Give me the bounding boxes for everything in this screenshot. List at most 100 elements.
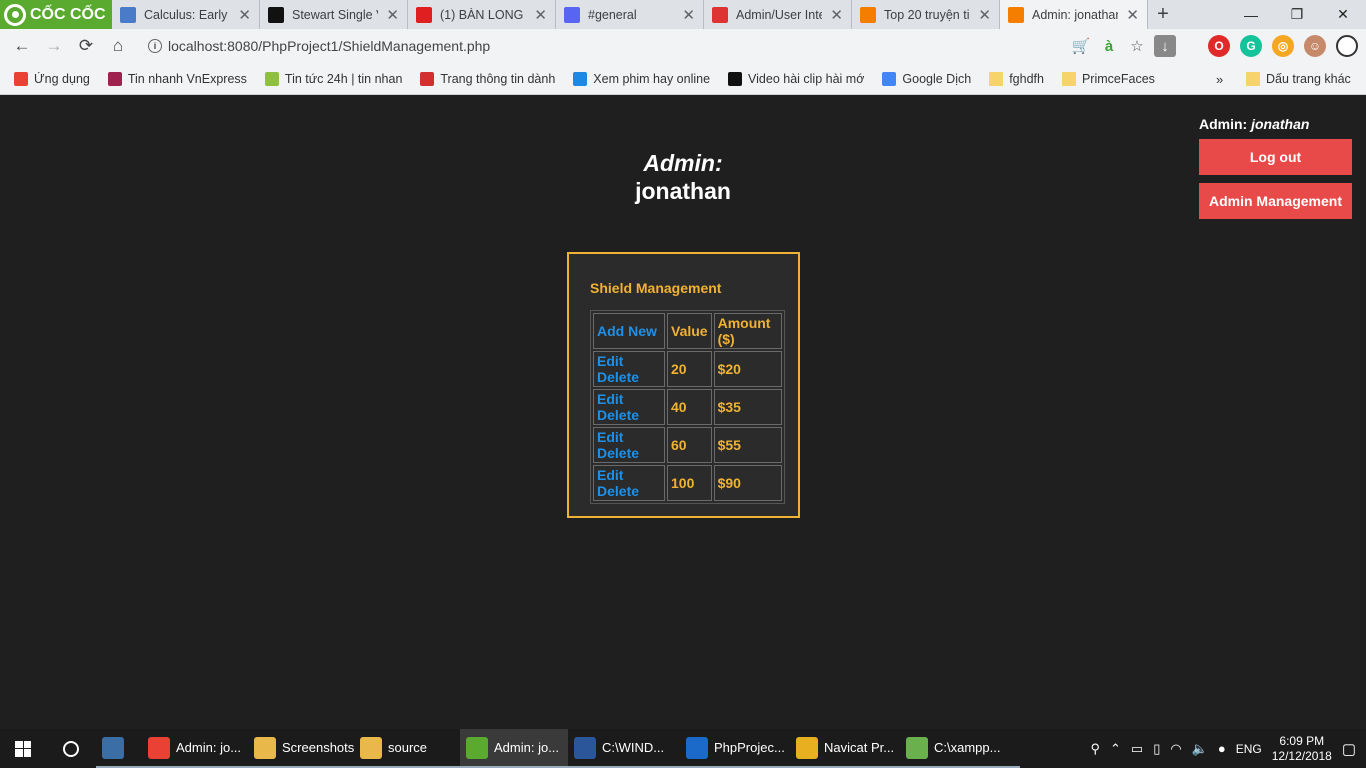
keyboard-icon[interactable]: ▭ <box>1131 741 1143 757</box>
browser-tab[interactable]: Admin: jonathan ✕ <box>1000 0 1148 29</box>
bookmark-item[interactable]: Trang thông tin dành <box>420 71 555 86</box>
wifi-icon[interactable]: ◠ <box>1170 741 1181 757</box>
edit-link[interactable]: Edit <box>597 353 661 369</box>
gk-icon <box>420 71 435 86</box>
shopping-cart-icon[interactable]: 🛒 <box>1070 35 1092 57</box>
close-tab-icon[interactable]: ✕ <box>534 6 547 24</box>
reload-button[interactable]: ⟳ <box>70 30 102 62</box>
home-button[interactable]: ⌂ <box>102 30 134 62</box>
taskbar-app-label: Screenshots <box>282 740 354 755</box>
bookmark-label: Google Dịch <box>902 71 972 86</box>
delete-link[interactable]: Delete <box>597 483 661 499</box>
value-cell: 40 <box>667 389 712 425</box>
amount-cell: $90 <box>713 465 782 501</box>
google-translate-icon <box>882 71 897 86</box>
other-bookmarks[interactable]: Dấu trang khác <box>1246 63 1351 95</box>
current-user: Admin: jonathan <box>1199 116 1352 132</box>
browser-tab[interactable]: Admin/User Inte ✕ <box>704 0 852 29</box>
opera-extension-icon[interactable]: O <box>1208 35 1230 57</box>
system-tray: ⚲ ⌃ ▭ ▯ ◠ 🔈 ● ENG 6:09 PM 12/12/2018 ▢ <box>1090 729 1366 768</box>
back-button[interactable]: ← <box>6 30 38 62</box>
browser-tab[interactable]: (1) BÀN LONG - T ✕ <box>408 0 556 29</box>
bookmark-item[interactable]: Tin tức 24h | tin nhan <box>264 71 402 86</box>
close-window-button[interactable]: ✕ <box>1320 0 1366 29</box>
folder-icon <box>254 736 276 759</box>
address-bar[interactable]: i localhost:8080/PhpProject1/ShieldManag… <box>138 33 1180 59</box>
cmd-icon <box>574 736 596 759</box>
new-tab-button[interactable]: + <box>1148 0 1178 29</box>
delete-link[interactable]: Delete <box>597 407 661 423</box>
volume-muted-icon[interactable]: 🔈 <box>1192 741 1208 757</box>
taskbar-app[interactable]: PhpProjec... <box>680 729 790 768</box>
typing-icon[interactable]: à <box>1098 35 1120 57</box>
battery-icon[interactable]: ▯ <box>1153 741 1160 757</box>
bookmark-item[interactable]: Video hài clip hài mớ <box>728 71 865 86</box>
clock[interactable]: 6:09 PM 12/12/2018 <box>1272 734 1332 764</box>
amount-cell: $55 <box>713 427 782 463</box>
folder-icon <box>1061 71 1076 86</box>
close-tab-icon[interactable]: ✕ <box>386 6 399 24</box>
table-row: Edit Delete 20 $20 <box>593 351 782 387</box>
taskbar-app-label: Admin: jo... <box>494 740 560 755</box>
bookmark-item[interactable]: fghdfh <box>989 71 1044 86</box>
bookmark-label: Ứng dụng <box>34 71 90 86</box>
logout-button[interactable]: Log out <box>1199 139 1352 175</box>
info-icon[interactable]: i <box>148 39 162 53</box>
add-new-link[interactable]: Add New <box>593 313 665 349</box>
download-icon[interactable]: ↓ <box>1154 35 1176 57</box>
edit-link[interactable]: Edit <box>597 467 661 483</box>
restore-button[interactable]: ❐ <box>1274 0 1320 29</box>
bookmarks-overflow-button[interactable]: » <box>1216 63 1223 95</box>
close-tab-icon[interactable]: ✕ <box>830 6 843 24</box>
taskbar-app[interactable]: Admin: jo... <box>142 729 248 768</box>
edit-link[interactable]: Edit <box>597 391 661 407</box>
tab-strip: CỐC CỐC Calculus: Early Tr✕Stewart Singl… <box>0 0 1366 29</box>
coccoc-menu-button[interactable]: CỐC CỐC <box>0 0 112 29</box>
delete-link[interactable]: Delete <box>597 445 661 461</box>
delete-link[interactable]: Delete <box>597 369 661 385</box>
forward-button[interactable]: → <box>38 30 70 62</box>
bookmark-item[interactable]: Ứng dụng <box>14 71 90 86</box>
close-tab-icon[interactable]: ✕ <box>1126 6 1139 24</box>
taskbar-app[interactable]: Navicat Pr... <box>790 729 900 768</box>
bookmark-star-icon[interactable]: ☆ <box>1126 35 1148 57</box>
browser-tab[interactable]: #general ✕ <box>556 0 704 29</box>
taskbar-app[interactable] <box>96 729 142 768</box>
notifications-icon[interactable]: ▢ <box>1342 740 1356 758</box>
browser-tab[interactable]: Top 20 truyện tiê ✕ <box>852 0 1000 29</box>
tab-title: #general <box>588 7 637 22</box>
tab-title: Calculus: Early Tr <box>144 7 230 22</box>
bookmark-item[interactable]: Google Dịch <box>882 71 972 86</box>
people-icon[interactable]: ⚲ <box>1090 741 1100 757</box>
language-indicator[interactable]: ENG <box>1236 742 1262 756</box>
cortana-search-button[interactable] <box>46 729 96 768</box>
taskbar-app[interactable]: C:\xampp... <box>900 729 1020 768</box>
close-tab-icon[interactable]: ✕ <box>978 6 991 24</box>
weather-icon[interactable]: ● <box>1218 741 1226 756</box>
grammarly-extension-icon[interactable]: G <box>1240 35 1262 57</box>
value-column-header: Value <box>667 313 712 349</box>
edit-link[interactable]: Edit <box>597 429 661 445</box>
admin-management-button[interactable]: Admin Management <box>1199 183 1352 219</box>
bookmark-item[interactable]: PrimceFaces <box>1061 71 1155 86</box>
tray-overflow-icon[interactable]: ⌃ <box>1110 741 1121 757</box>
close-tab-icon[interactable]: ✕ <box>682 6 695 24</box>
value-cell: 100 <box>667 465 712 501</box>
taskbar-app[interactable]: source <box>354 729 460 768</box>
close-tab-icon[interactable]: ✕ <box>238 6 251 24</box>
start-button[interactable] <box>0 729 46 768</box>
menu-circle-icon[interactable] <box>1336 35 1358 57</box>
c-logo-icon <box>728 71 743 86</box>
browser-tab[interactable]: Calculus: Early Tr ✕ <box>112 0 260 29</box>
bookmark-item[interactable]: Tin nhanh VnExpress <box>107 71 247 86</box>
taskbar-app[interactable]: C:\WIND... <box>568 729 680 768</box>
bookmark-item[interactable]: Xem phim hay online <box>573 71 710 86</box>
taskbar-app[interactable]: Admin: jo... <box>460 729 568 768</box>
search-circle-icon <box>63 740 79 757</box>
minimize-button[interactable]: — <box>1228 0 1274 29</box>
profile-avatar[interactable]: ☺ <box>1304 35 1326 57</box>
browser-tab[interactable]: Stewart Single Va ✕ <box>260 0 408 29</box>
extension-icon[interactable]: ◎ <box>1272 35 1294 57</box>
bookmark-label: Video hài clip hài mớ <box>748 71 865 86</box>
taskbar-app[interactable]: Screenshots <box>248 729 354 768</box>
